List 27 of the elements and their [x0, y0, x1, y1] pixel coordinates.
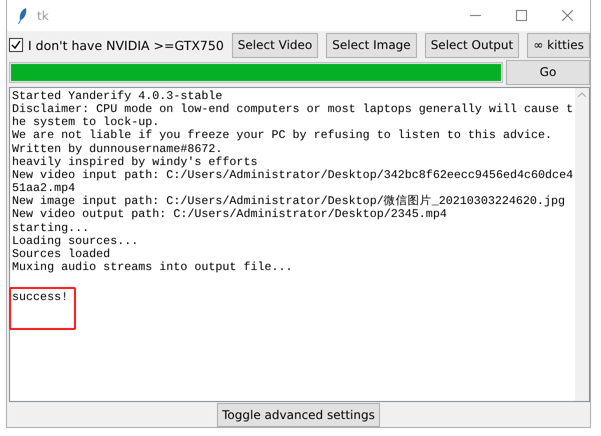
log-line: heavily inspired by windy's efforts	[12, 154, 258, 169]
toolbar-button[interactable]: Select Video	[232, 32, 318, 58]
toggle-settings-button[interactable]: Toggle advanced settings	[217, 403, 380, 427]
window-title: tk	[37, 8, 50, 22]
log-line: New video input path: C:/Users/Administrator/Desktop/342bc8f62eecc9456ed4c60dce4	[12, 168, 574, 182]
toolbar-button[interactable]: ∞ kitties	[527, 32, 590, 58]
log-line: Started Yanderify 4.0.3-stable	[12, 89, 222, 103]
log-line: We are not liable if you freeze your PC by refusing to listen to this advice.	[12, 128, 552, 142]
log-line: Disclaimer: CPU mode on low-end computers or most laptops generally will cause t	[12, 102, 574, 116]
close-icon[interactable]	[562, 10, 572, 21]
log-line: starting...	[12, 220, 90, 235]
log-line: Written by dunnousername#8672.	[12, 142, 222, 156]
log-line: New image input path: C:/Users/Administrator/Desktop/微信图片_20210303224620.jpg	[12, 194, 565, 208]
toolbar-button[interactable]: Select Image	[326, 32, 417, 58]
maximize-icon[interactable]	[516, 10, 526, 21]
log-line: Muxing audio streams into output file...	[12, 260, 293, 274]
checkbox-box[interactable]	[9, 38, 23, 52]
log-line: Sources loaded	[12, 246, 110, 261]
log-line: he system to lock-up.	[12, 115, 160, 130]
go-button[interactable]: Go	[506, 60, 590, 84]
feather-icon	[17, 8, 27, 24]
log-line: Loading sources...	[12, 234, 138, 248]
toolbar-button[interactable]: Select Output	[424, 32, 520, 58]
minimize-icon[interactable]	[470, 15, 480, 16]
log-line: 51aa2.mp4	[12, 181, 76, 196]
log-line: New video output path: C:/Users/Administrator/Desktop/2345.mp4	[12, 207, 447, 222]
scrollbar[interactable]	[575, 88, 589, 401]
